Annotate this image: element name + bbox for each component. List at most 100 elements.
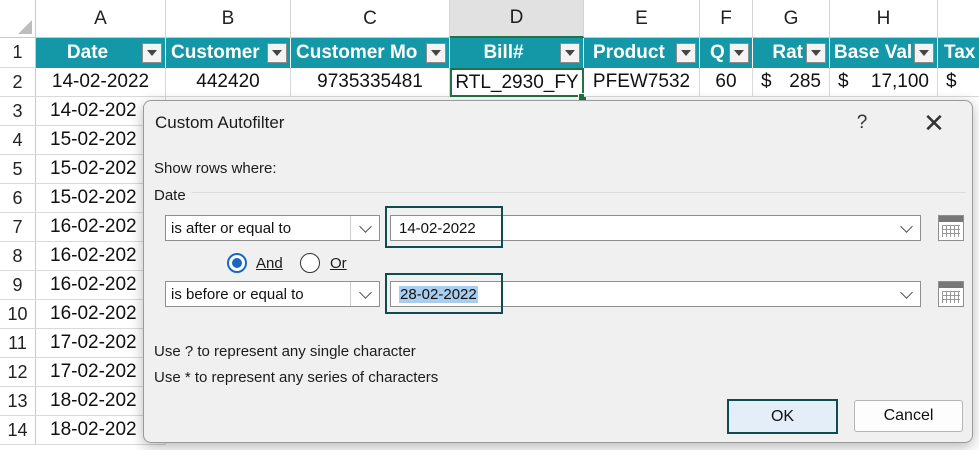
filter-dropdown-button[interactable] — [676, 43, 696, 63]
row-header[interactable]: 5 — [0, 155, 36, 184]
table-header-label: Bill# — [483, 42, 524, 63]
column-header-d[interactable]: D — [450, 0, 584, 38]
column-header-a[interactable]: A — [36, 0, 166, 38]
table-header-tax: Tax — [938, 38, 979, 68]
currency-symbol: $ — [761, 71, 772, 92]
calendar-grid-icon — [942, 225, 960, 237]
date-picker-button-1[interactable] — [938, 215, 964, 241]
row-header[interactable]: 7 — [0, 213, 36, 242]
calendar-icon — [939, 216, 963, 222]
filter-dropdown-button[interactable] — [426, 43, 446, 63]
cell-d2-active[interactable]: RTL_2930_FY — [450, 68, 584, 97]
table-header-customer: Customer — [166, 38, 291, 68]
table-header-label: Customer Mo — [296, 42, 418, 63]
hint-single-char: Use ? to represent any single character — [154, 343, 416, 360]
calendar-icon — [939, 282, 963, 288]
cell-i2[interactable]: $ — [938, 68, 979, 97]
filter-dropdown-button[interactable] — [806, 43, 826, 63]
column-header-f[interactable]: F — [700, 0, 753, 38]
table-header-customer-mobile: Customer Mo — [291, 38, 450, 68]
operator-select-2-value: is before or equal to — [171, 285, 304, 303]
table-header-label: Q — [710, 42, 725, 63]
or-label[interactable]: Or — [330, 255, 347, 272]
chevron-down-icon — [899, 219, 913, 233]
cell-e2[interactable]: PFEW7532 — [584, 68, 700, 97]
column-header-i[interactable] — [938, 0, 979, 38]
help-button[interactable]: ? — [848, 109, 876, 137]
filter-dropdown-button[interactable] — [142, 43, 162, 63]
cell-f2[interactable]: 60 — [700, 68, 753, 97]
dropdown-arrow-icon — [272, 50, 282, 56]
column-header-g[interactable]: G — [753, 0, 830, 38]
row-header[interactable]: 4 — [0, 126, 36, 155]
column-header-e[interactable]: E — [584, 0, 700, 38]
row-header[interactable]: 14 — [0, 416, 36, 445]
operator-dropdown-button-2[interactable] — [350, 282, 379, 306]
row-header[interactable]: 11 — [0, 329, 36, 358]
table-header-label: Base Val — [834, 42, 911, 63]
currency-symbol: $ — [838, 71, 849, 92]
base-value: 17,100 — [870, 71, 929, 92]
row-header[interactable]: 6 — [0, 184, 36, 213]
operator-select-2[interactable]: is before or equal to — [165, 281, 380, 307]
row-header[interactable]: 13 — [0, 387, 36, 416]
and-radio[interactable] — [227, 253, 247, 273]
row-header[interactable]: 2 — [0, 68, 36, 97]
cell-c2[interactable]: 9735335481 — [291, 68, 450, 97]
or-radio[interactable] — [300, 253, 320, 273]
table-header-product: Product — [584, 38, 700, 68]
dropdown-arrow-icon — [431, 50, 441, 56]
column-header-c[interactable]: C — [291, 0, 450, 38]
chevron-down-icon — [358, 285, 372, 299]
row-header[interactable]: 10 — [0, 300, 36, 329]
table-header-label: Rat — [772, 42, 803, 63]
select-all-triangle-icon — [18, 20, 32, 34]
cell-b2[interactable]: 442420 — [166, 68, 291, 97]
filter-dropdown-button[interactable] — [560, 43, 580, 63]
table-header-label: Tax — [944, 42, 976, 63]
column-header-h[interactable]: H — [830, 0, 938, 38]
dropdown-arrow-icon — [919, 50, 929, 56]
table-header-bill: Bill# — [450, 38, 584, 68]
close-button[interactable]: ✕ — [920, 109, 948, 137]
field-name-label: Date — [154, 187, 186, 204]
filter-dropdown-button[interactable] — [914, 43, 934, 63]
dialog-title: Custom Autofilter — [155, 113, 285, 132]
cancel-button[interactable]: Cancel — [854, 400, 963, 432]
row-header[interactable]: 9 — [0, 271, 36, 300]
operator-dropdown-button-1[interactable] — [350, 216, 379, 240]
dropdown-arrow-icon — [565, 50, 575, 56]
table-header-label: Date — [66, 42, 109, 63]
filter-dropdown-button[interactable] — [729, 43, 749, 63]
row-header[interactable]: 1 — [0, 38, 36, 68]
table-header-label: Customer — [171, 42, 260, 63]
operator-select-1-value: is after or equal to — [171, 219, 292, 237]
table-header-rate: Rat — [753, 38, 830, 68]
and-label[interactable]: And — [256, 255, 283, 272]
column-header-b[interactable]: B — [166, 0, 291, 38]
operator-select-1[interactable]: is after or equal to — [165, 215, 380, 241]
select-all-corner[interactable] — [0, 0, 36, 38]
ok-button[interactable]: OK — [727, 399, 838, 434]
value-dropdown-button-2[interactable] — [892, 282, 920, 306]
row-header[interactable]: 3 — [0, 97, 36, 126]
cell-h2[interactable]: $ 17,100 — [830, 68, 938, 97]
date-picker-button-2[interactable] — [938, 281, 964, 307]
highlight-box-value-2 — [385, 273, 503, 314]
cell-g2[interactable]: $ 285 — [753, 68, 830, 97]
row-header[interactable]: 8 — [0, 242, 36, 271]
table-header-qty: Q — [700, 38, 753, 68]
separator-line — [192, 192, 966, 193]
dropdown-arrow-icon — [734, 50, 744, 56]
filter-dropdown-button[interactable] — [267, 43, 287, 63]
show-rows-label: Show rows where: — [154, 160, 277, 177]
cell-a2[interactable]: 14-02-2022 — [36, 68, 166, 97]
chevron-down-icon — [358, 219, 372, 233]
row-header[interactable]: 12 — [0, 358, 36, 387]
table-header-base-value: Base Val — [830, 38, 938, 68]
custom-autofilter-dialog: Custom Autofilter ? ✕ Show rows where: D… — [143, 100, 973, 443]
calendar-grid-icon — [942, 291, 960, 303]
value-dropdown-button-1[interactable] — [892, 216, 920, 240]
dropdown-arrow-icon — [811, 50, 821, 56]
table-header-label: Product — [593, 42, 665, 63]
